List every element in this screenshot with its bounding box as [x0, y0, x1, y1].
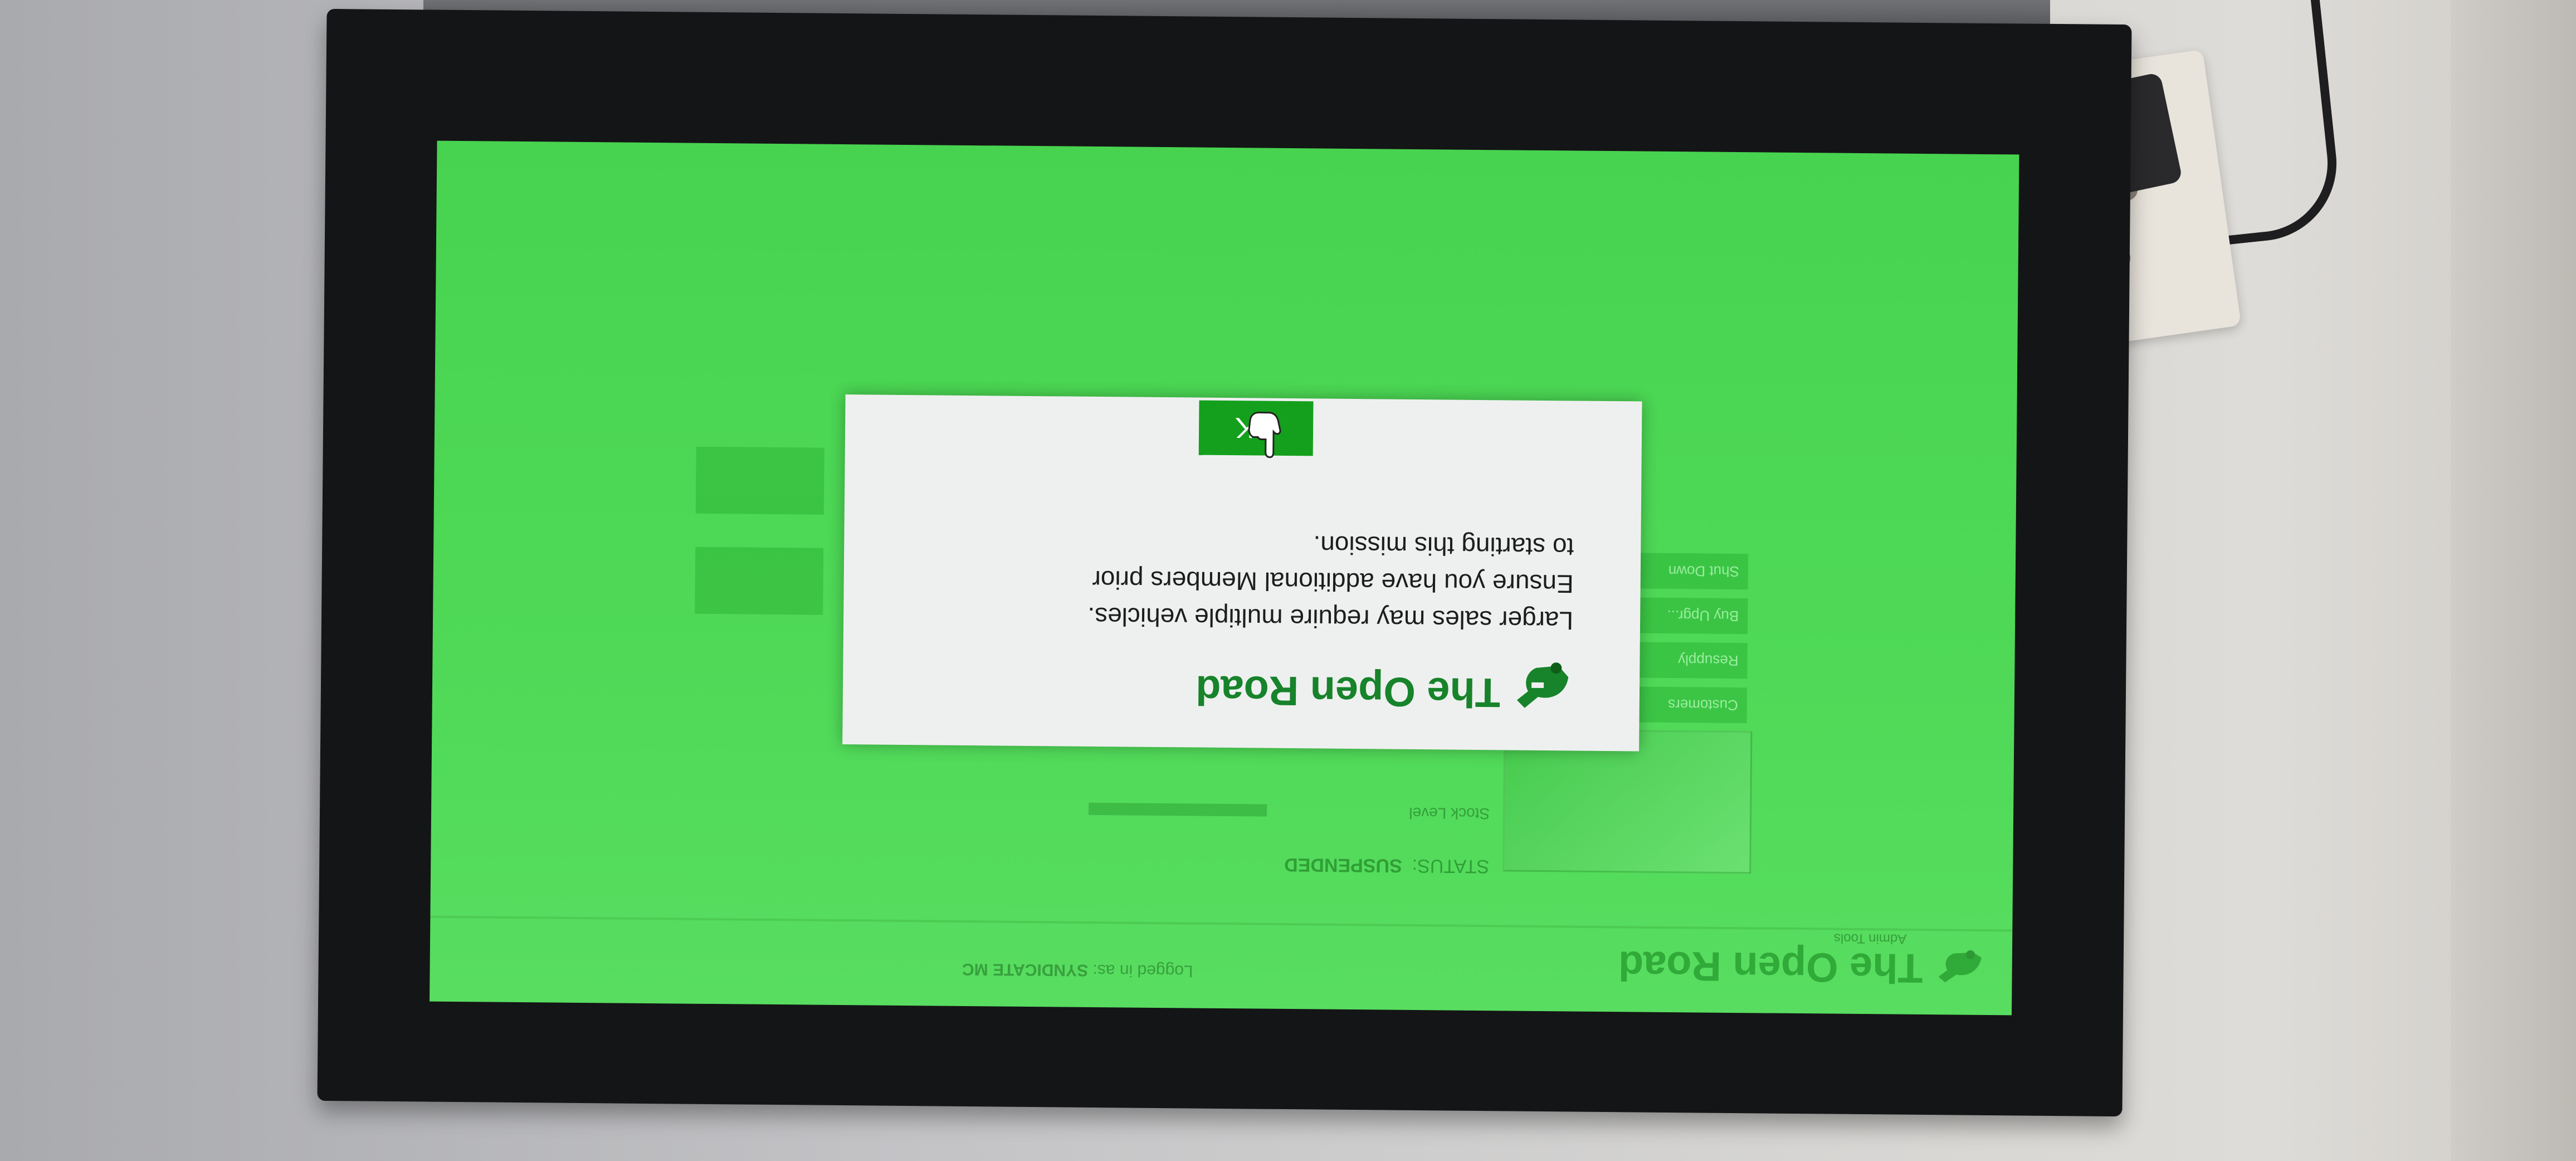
stock-level-bar: [1089, 802, 1267, 817]
action-button[interactable]: [695, 446, 824, 515]
open-road-logo-icon: [1516, 662, 1569, 708]
wall-edge: [2451, 0, 2576, 1161]
customers-button[interactable]: Customers: [1621, 686, 1748, 724]
info-dialog: The Open Road Larger sales may require m…: [842, 394, 1642, 752]
app-header: The Open Road Admin Tools Logged in as: …: [430, 915, 2013, 1016]
app-subtitle: Admin Tools: [1833, 930, 1907, 947]
stock-level-label: Stock Level: [1409, 804, 1490, 823]
dialog-title: The Open Road: [1195, 667, 1501, 716]
screen: The Open Road Admin Tools Logged in as: …: [430, 140, 2019, 1016]
dialog-message: Larger sales may require multiple vehicl…: [916, 523, 1574, 639]
hand-pointer-icon: [1248, 412, 1281, 458]
logo-icon: [1938, 950, 1982, 983]
dialog-message-line: Larger sales may require multiple vehicl…: [1087, 602, 1574, 636]
sell-button[interactable]: [695, 547, 824, 615]
dialog-message-line: Ensure you have additional Members prior: [1092, 565, 1574, 599]
logged-in-status: Logged in as: SYNDICATE MC: [962, 959, 1193, 980]
app-ui: The Open Road Admin Tools Logged in as: …: [430, 141, 2019, 1016]
buy-upgrades-button[interactable]: Buy Upgr...: [1621, 597, 1748, 635]
status-line: STATUS:SUSPENDED: [1284, 853, 1490, 877]
monitor: The Open Road Admin Tools Logged in as: …: [317, 8, 2132, 1117]
dialog-message-line: to starting this mission.: [1313, 530, 1574, 562]
shut-down-button[interactable]: Shut Down: [1622, 553, 1749, 590]
app-title: The Open Road: [1618, 943, 1924, 992]
resupply-button[interactable]: Resupply: [1621, 642, 1748, 679]
